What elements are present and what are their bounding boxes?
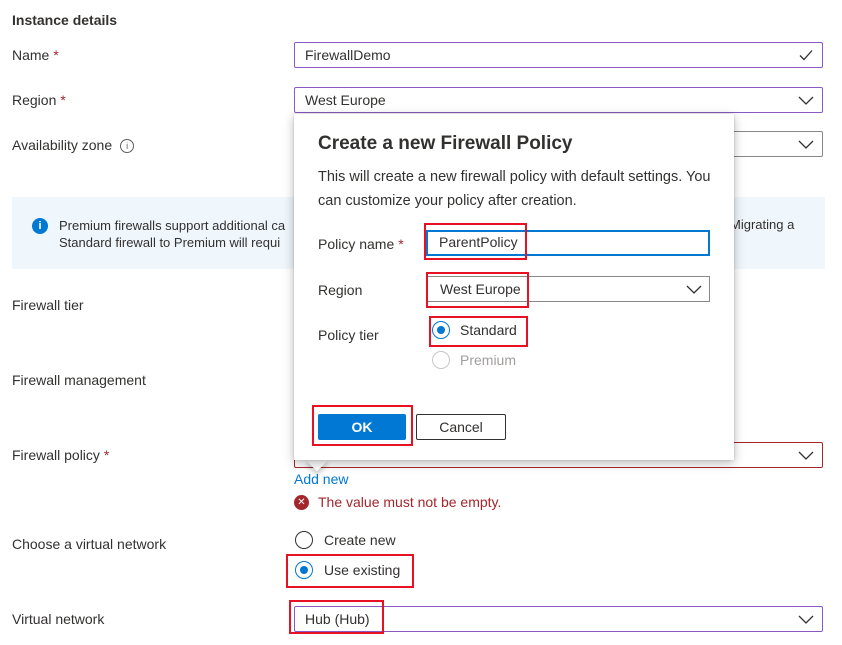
banner-text: Premium firewalls support additional ca … [59,217,285,251]
chevron-down-icon [798,615,814,624]
required-marker: * [53,47,59,63]
name-label: Name * [12,47,59,63]
section-title: Instance details [12,12,118,28]
radio-premium-label: Premium [460,352,517,368]
chevron-down-icon [798,451,814,460]
radio-button-disabled [432,351,450,369]
policy-name-label-text: Policy name [318,236,395,252]
info-icon: i [32,218,48,234]
name-input-value: FirewallDemo [305,47,391,63]
firewall-management-label: Firewall management [12,372,146,388]
radio-create-new-label: Create new [324,532,396,548]
region-label-text: Region [12,92,57,108]
highlight-box [429,316,528,347]
firewall-tier-label: Firewall tier [12,297,84,313]
firewall-policy-label-text: Firewall policy [12,447,100,463]
highlight-box [289,600,384,634]
radio-button[interactable] [295,531,313,549]
policy-error-text: The value must not be empty. [318,494,502,510]
firewall-policy-label: Firewall policy * [12,447,109,463]
banner-line-2: Standard firewall to Premium will requi [59,235,281,250]
region-label: Region * [12,92,66,108]
policy-error-message: ✕ The value must not be empty. [294,494,501,510]
dialog-title: Create a new Firewall Policy [318,133,573,154]
availability-zone-label-text: Availability zone [12,137,113,153]
chevron-down-icon [798,140,814,149]
required-marker: * [60,92,66,108]
chevron-down-icon [686,285,702,294]
radio-use-existing-label: Use existing [324,562,401,578]
highlight-box [426,272,529,308]
dialog-region-label: Region [318,282,363,298]
availability-zone-label: Availability zone i [12,137,135,153]
required-marker: * [103,447,110,463]
region-select-value: West Europe [305,92,386,108]
policy-tier-label: Policy tier [318,327,379,343]
check-icon [799,50,813,61]
choose-virtual-network-label: Choose a virtual network [12,536,167,552]
error-circle-icon: ✕ [294,494,309,510]
add-new-policy-link[interactable]: Add new [294,471,348,487]
highlight-box [424,223,527,260]
chevron-down-icon [798,96,814,105]
name-label-text: Name [12,47,50,63]
required-marker: * [398,236,404,252]
region-select[interactable]: West Europe [294,87,823,113]
radio-premium: Premium [432,351,516,369]
info-icon[interactable]: i [120,139,135,153]
banner-line-1-tail: Migrating a [730,217,795,232]
virtual-network-label: Virtual network [12,611,105,627]
name-input[interactable]: FirewallDemo [294,42,823,68]
dialog-description: This will create a new firewall policy w… [318,169,711,209]
banner-line-1: Premium firewalls support additional ca [59,218,286,233]
radio-create-new[interactable]: Create new [295,531,396,549]
policy-name-label: Policy name * [318,236,404,252]
radio-button-checked[interactable] [295,561,313,579]
highlight-box [312,405,413,446]
cancel-button[interactable]: Cancel [416,414,506,440]
radio-use-existing[interactable]: Use existing [295,561,400,579]
